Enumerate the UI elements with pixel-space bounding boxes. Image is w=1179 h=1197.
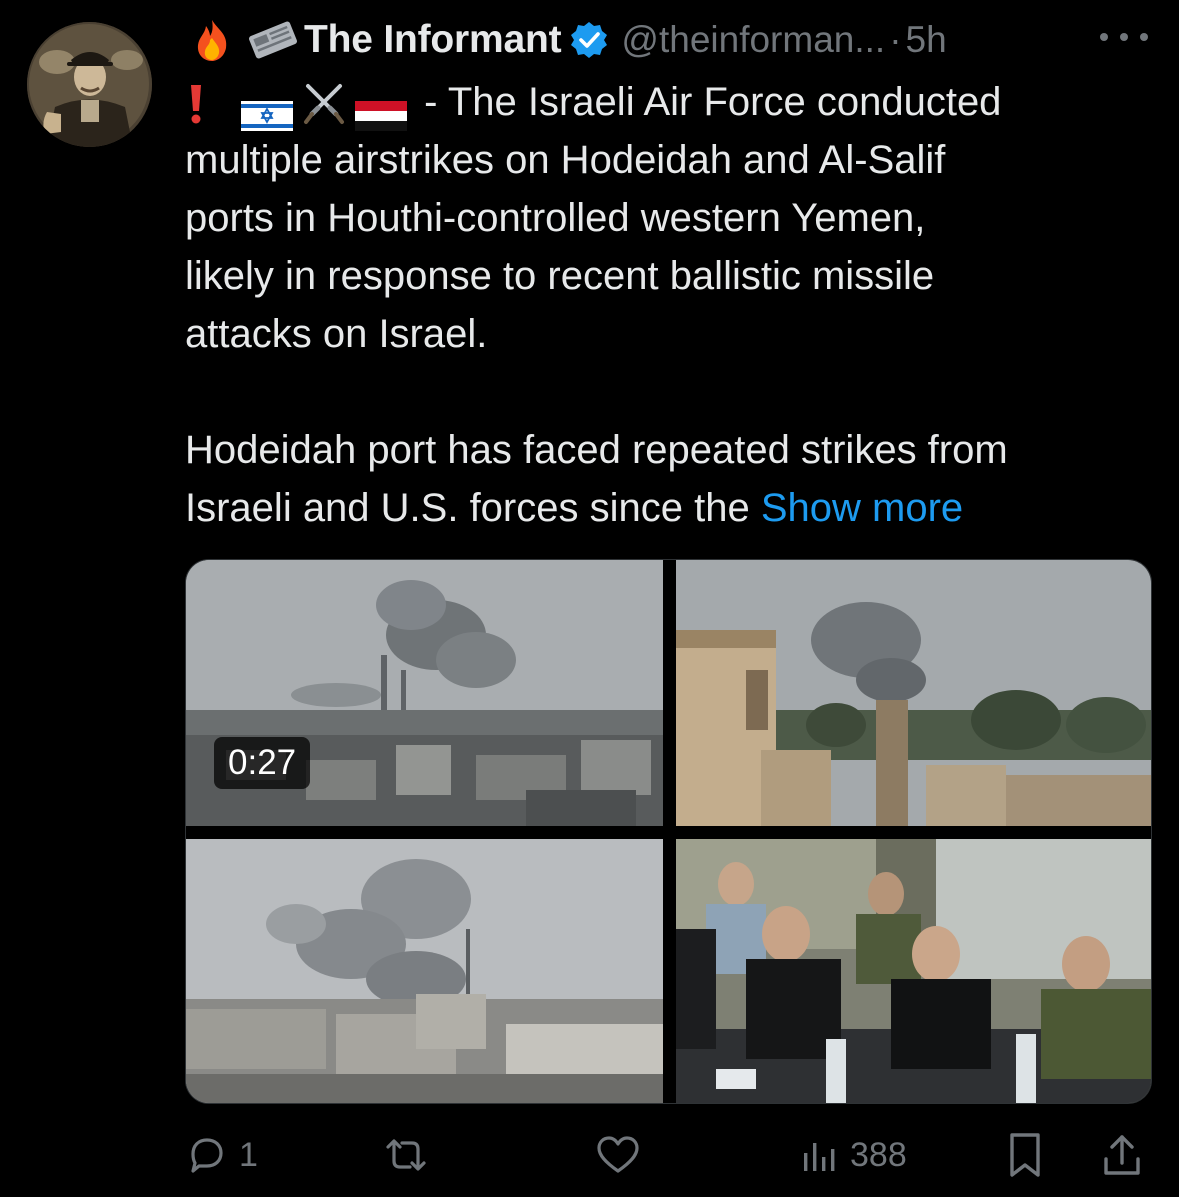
reply-button[interactable]: 1 [185,1125,258,1185]
action-bar: 1 388 [185,1125,1150,1185]
media-image-tile[interactable] [676,839,1151,1103]
like-button[interactable] [595,1125,651,1185]
tweet-text-line: - The Israeli Air Force conducted [424,80,1002,124]
reply-count: 1 [239,1135,258,1174]
newspaper-emoji [244,18,302,62]
bookmark-button[interactable] [1005,1125,1045,1185]
tweet-text-line: ports in Houthi-controlled western Yemen… [185,196,926,240]
views-button[interactable]: 388 [800,1125,907,1185]
avatar[interactable] [27,22,152,147]
media-grid: 0:27 [185,559,1152,1104]
smoke-plume-over-buildings [186,839,663,1103]
reply-icon [191,1138,223,1173]
prefix-emojis [185,81,407,132]
author-display-name[interactable]: The Informant [304,18,562,62]
heart-icon [597,1136,639,1173]
tweet-text-line: Israeli and U.S. forces since the [185,486,750,530]
exclamation-emoji [185,82,207,126]
views-count: 388 [850,1135,907,1174]
retweet-icon [386,1139,426,1171]
media-video-tile[interactable]: 0:27 [186,560,663,826]
fire-emoji [190,18,234,62]
officials-in-command-room [676,839,1151,1103]
tweet-text: - The Israeli Air Force conducted multip… [185,73,1160,537]
share-button[interactable] [1100,1125,1144,1185]
tweet-text-line: Hodeidah port has faced repeated strikes… [185,428,1008,472]
show-more-link[interactable]: Show more [761,486,963,530]
yemen-flag [355,89,407,132]
share-icon [1104,1135,1140,1175]
author-handle[interactable]: @theinforman... [621,19,885,61]
tweet: The Informant @theinforman... · 5h - The… [0,0,1179,1197]
smoke-behind-yemeni-tower [676,560,1151,826]
israel-flag [241,89,293,132]
media-image-tile[interactable] [676,560,1151,826]
verified-badge-icon [569,20,609,60]
more-dots-icon[interactable] [1100,22,1148,52]
separator-dot: · [889,19,902,60]
video-duration-badge: 0:27 [214,737,311,789]
bookmark-icon [1010,1133,1040,1177]
tweet-header: The Informant @theinforman... · 5h [190,14,947,66]
media-image-tile[interactable] [186,839,663,1103]
timestamp[interactable]: 5h [906,19,947,61]
tweet-text-line: likely in response to recent ballistic m… [185,254,935,298]
retweet-button[interactable] [380,1125,442,1185]
tweet-text-line: multiple airstrikes on Hodeidah and Al-S… [185,138,946,182]
views-chart-icon [804,1143,835,1171]
crossed-swords-emoji [301,81,347,127]
tweet-text-line: attacks on Israel. [185,312,488,356]
vintage-portrait-avatar [27,22,152,147]
